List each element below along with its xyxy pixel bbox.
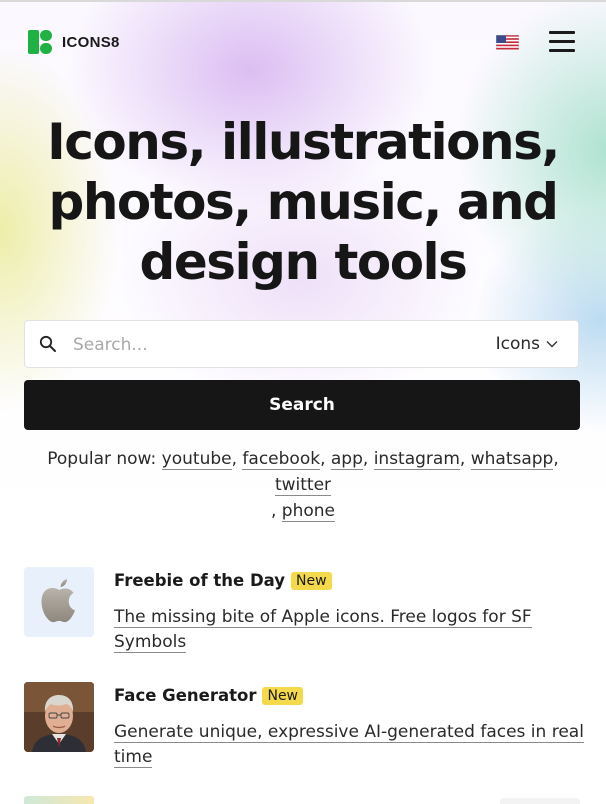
face-generator-thumbnail[interactable] xyxy=(24,682,94,752)
freebie-title: Freebie of the Day xyxy=(114,571,286,590)
popular-label: Popular now: xyxy=(47,449,157,469)
popular-link-facebook[interactable]: facebook xyxy=(242,449,321,470)
popular-searches: Popular now: youtube, facebook, app, ins… xyxy=(47,449,559,522)
search-type-label: Icons xyxy=(495,334,540,354)
popular-link-phone[interactable]: phone xyxy=(281,501,335,522)
new-badge: New xyxy=(262,686,304,705)
face-photo-icon xyxy=(24,682,94,752)
site-header: ICONS8 xyxy=(0,20,606,64)
headline-line-2: photos, music, and xyxy=(48,173,559,231)
face-generator-title: Face Generator xyxy=(114,686,257,705)
us-flag-icon[interactable] xyxy=(496,35,519,50)
chevron-down-icon xyxy=(546,341,558,348)
search-button[interactable]: Search xyxy=(24,380,580,430)
headline-line-1: Icons, illustrations, xyxy=(47,113,560,171)
search-icon xyxy=(39,335,56,352)
freebie-thumbnail[interactable] xyxy=(24,567,94,637)
logo-link[interactable]: ICONS8 xyxy=(28,30,120,54)
freebie-description: The missing bite of Apple icons. Free lo… xyxy=(114,605,584,655)
popular-link-whatsapp[interactable]: whatsapp xyxy=(470,449,554,470)
popular-link-app[interactable]: app xyxy=(330,449,363,470)
browser-top-border xyxy=(0,0,606,2)
hero-headline: Icons, illustrations, photos, music, and… xyxy=(0,112,606,292)
face-generator-description: Generate unique, expressive AI-generated… xyxy=(114,720,584,770)
new-badge: New xyxy=(291,571,332,590)
apple-logo-icon xyxy=(41,579,75,623)
face-generator-description-link[interactable]: Generate unique, expressive AI-generated… xyxy=(114,722,584,768)
search-type-dropdown[interactable]: Icons xyxy=(496,334,558,354)
search-box: Icons xyxy=(24,320,579,368)
popular-link-twitter[interactable]: twitter xyxy=(274,475,332,496)
icons8-logo-icon xyxy=(28,30,52,54)
popular-link-youtube[interactable]: youtube xyxy=(161,449,232,470)
freebie-description-link[interactable]: The missing bite of Apple icons. Free lo… xyxy=(114,607,532,653)
next-feature-thumbnail[interactable] xyxy=(24,796,94,804)
face-generator-title-row: Face Generator New xyxy=(114,686,304,705)
hamburger-menu-icon[interactable] xyxy=(549,30,575,52)
next-feature-edge xyxy=(500,798,580,804)
popular-link-instagram[interactable]: instagram xyxy=(373,449,460,470)
freebie-title-row: Freebie of the Day New xyxy=(114,571,332,590)
search-input[interactable] xyxy=(71,330,455,360)
logo-text: ICONS8 xyxy=(62,33,120,51)
headline-line-3: design tools xyxy=(139,233,468,291)
